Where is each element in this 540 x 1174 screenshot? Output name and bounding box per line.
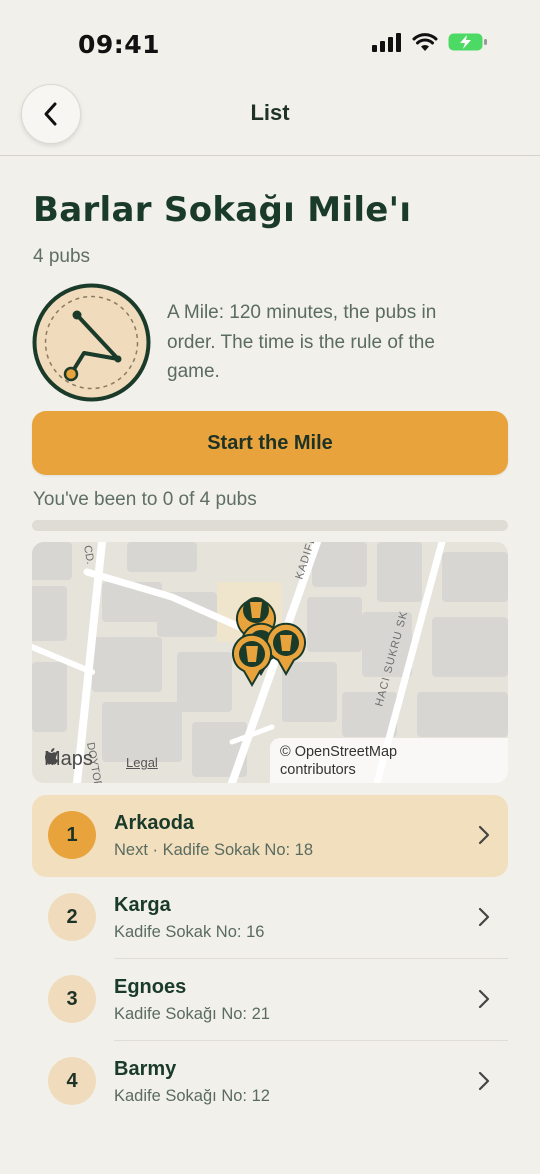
battery-charging-icon bbox=[448, 33, 487, 51]
pub-number-badge: 2 bbox=[48, 893, 96, 941]
chevron-right-icon bbox=[478, 825, 490, 845]
pub-number-badge: 3 bbox=[48, 975, 96, 1023]
mile-description: A Mile: 120 minutes, the pubs in order. … bbox=[167, 302, 437, 382]
pub-number-badge: 1 bbox=[48, 811, 96, 859]
pub-count: 4 pubs bbox=[33, 246, 91, 267]
osm-attribution-line: © OpenStreetMap bbox=[280, 744, 398, 760]
osm-attribution-line: contributors bbox=[280, 762, 356, 778]
chevron-right-icon bbox=[478, 1071, 490, 1091]
nav-bar: List bbox=[0, 82, 540, 156]
osm-attribution[interactable]: © OpenStreetMap contributors bbox=[270, 738, 508, 783]
cellular-signal-icon bbox=[372, 33, 401, 52]
pub-name: Barmy bbox=[114, 1058, 177, 1080]
clock-route-icon bbox=[32, 283, 151, 402]
pub-list-item-arkaoda[interactable]: 1 Arkaoda Next · Kadife Sokak No: 18 bbox=[32, 795, 508, 877]
start-mile-button[interactable]: Start the Mile bbox=[32, 411, 508, 475]
pub-name: Karga bbox=[114, 894, 171, 916]
map-legal-link[interactable]: Legal bbox=[126, 755, 158, 770]
pub-name: Egnoes bbox=[114, 976, 187, 998]
chevron-right-icon bbox=[478, 907, 490, 927]
status-time: 09:41 bbox=[78, 30, 161, 59]
pub-address: Kadife Sokağı No: 21 bbox=[114, 1005, 270, 1023]
pub-number-badge: 4 bbox=[48, 1057, 96, 1105]
nav-title: List bbox=[250, 100, 290, 125]
progress-text: You've been to 0 of 4 pubs bbox=[33, 489, 257, 510]
pub-name: Arkaoda bbox=[114, 812, 195, 834]
pub-address: Next · Kadife Sokak No: 18 bbox=[114, 841, 314, 859]
pub-list-item-karga[interactable]: 2 Karga Kadife Sokak No: 16 bbox=[32, 877, 508, 959]
pub-list-item-barmy[interactable]: 4 Barmy Kadife Sokağı No: 12 bbox=[32, 1041, 508, 1123]
chevron-right-icon bbox=[478, 989, 490, 1009]
status-icons bbox=[372, 32, 488, 52]
apple-logo-icon bbox=[45, 748, 58, 765]
progress-bar bbox=[32, 520, 508, 531]
pub-address: Kadife Sokağı No: 12 bbox=[114, 1087, 270, 1105]
maps-logo: Maps bbox=[44, 748, 93, 771]
status-bar: 09:41 bbox=[0, 0, 540, 88]
wifi-icon bbox=[412, 33, 438, 51]
page-title: Barlar Sokağı Mile'ı bbox=[33, 190, 412, 230]
pub-list-item-egnoes[interactable]: 3 Egnoes Kadife Sokağı No: 21 bbox=[32, 959, 508, 1041]
map-view[interactable]: KADIFE HACI SUKRU SK CD. DOYTOR Maps Leg… bbox=[32, 542, 508, 783]
pub-address: Kadife Sokak No: 16 bbox=[114, 923, 265, 941]
